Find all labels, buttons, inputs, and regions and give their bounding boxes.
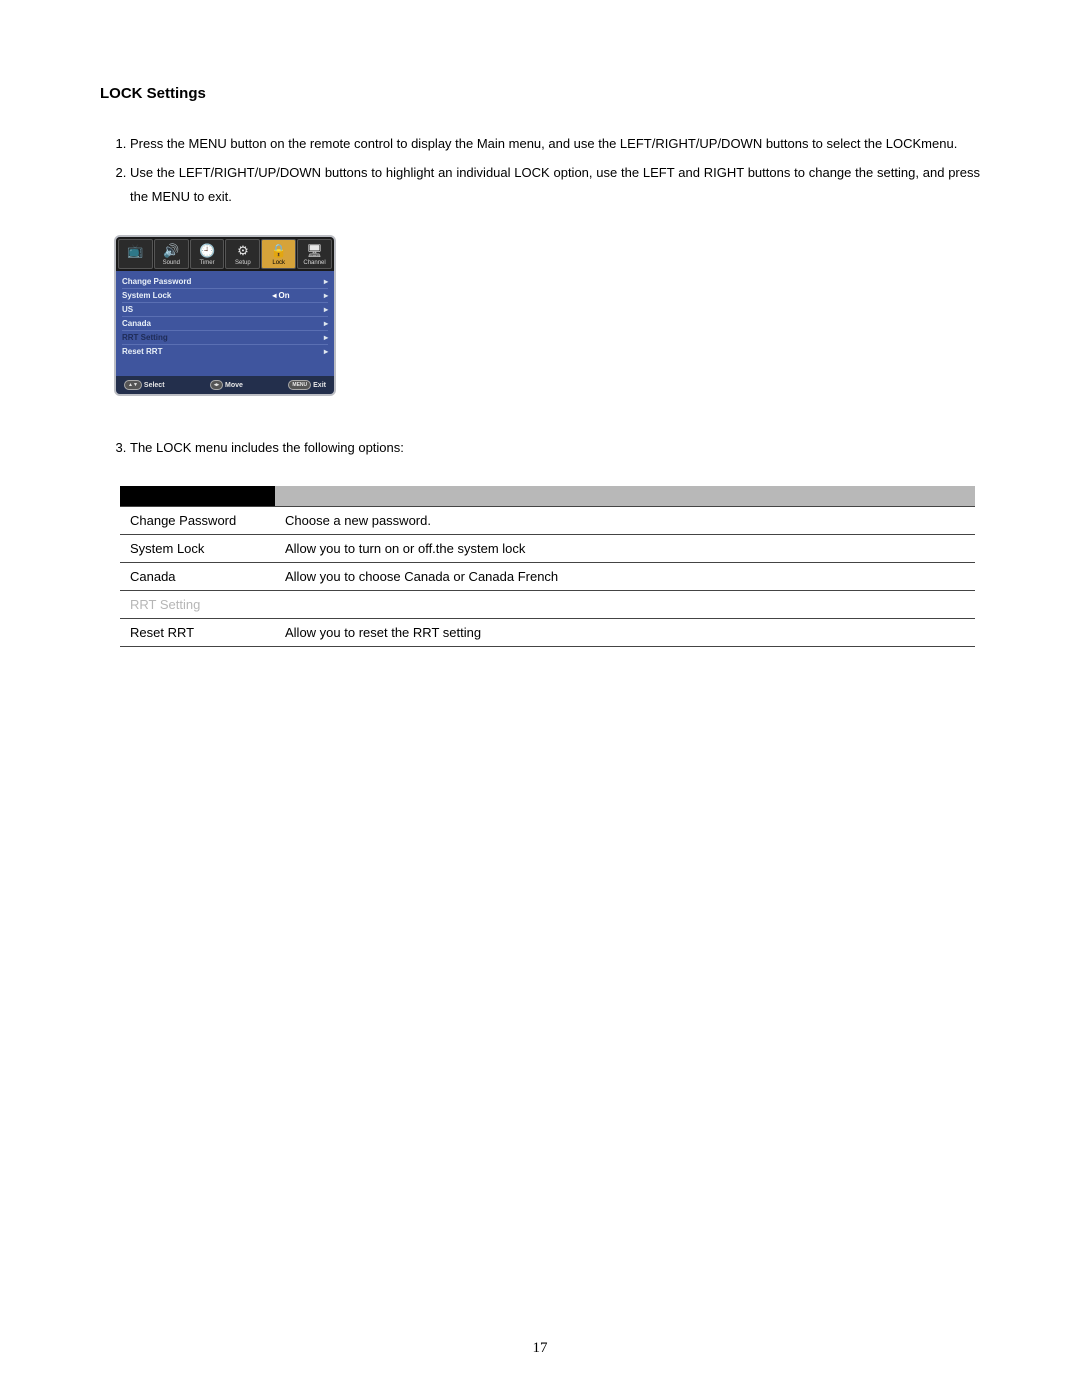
page-number: 17 [0,1340,1080,1357]
option-name: RRT Setting [120,590,275,618]
footer-exit: Exit [313,382,326,389]
osd-body: Change Password▸System Lock◂ On▸US▸Canad… [116,271,334,376]
option-name: Change Password [120,506,275,534]
timer-icon: 🕘 [191,242,224,260]
table-row: Change PasswordChoose a new password. [120,506,975,534]
option-desc: Allow you to choose Canada or Canada Fre… [275,562,975,590]
osd-row-label: Canada [122,319,246,328]
osd-row: US ▸ [122,302,328,316]
table-row: CanadaAllow you to choose Canada or Cana… [120,562,975,590]
exit-key-icon: MENU [288,380,311,390]
sound-icon: 🔊 [155,242,188,260]
osd-tab-lock: 🔒Lock [261,239,296,269]
option-desc [275,590,975,618]
option-name: Reset RRT [120,618,275,646]
table-row: System LockAllow you to turn on or off.t… [120,534,975,562]
chevron-right-icon: ▸ [316,319,328,328]
step-2: Use the LEFT/RIGHT/UP/DOWN buttons to hi… [130,161,980,210]
option-name: Canada [120,562,275,590]
osd-row: System Lock◂ On▸ [122,288,328,302]
osd-tab-picture: 📺 [118,239,153,269]
page-title: LOCK Settings [100,85,980,102]
osd-tab-sound: 🔊Sound [154,239,189,269]
osd-tab-setup: ⚙Setup [225,239,260,269]
chevron-right-icon: ▸ [316,305,328,314]
footer-select: Select [144,382,165,389]
footer-move: Move [225,382,243,389]
step-3: The LOCK menu includes the following opt… [130,436,980,461]
osd-tab-bar: 📺🔊Sound🕘Timer⚙Setup🔒Lock🖥Channel [116,237,334,271]
osd-row-label: US [122,305,246,314]
instruction-list: Press the MENU button on the remote cont… [100,132,980,210]
osd-row: Change Password ▸ [122,275,328,288]
osd-row-label: RRT Setting [122,333,246,342]
osd-menu: 📺🔊Sound🕘Timer⚙Setup🔒Lock🖥Channel Change … [114,235,336,396]
osd-row-label: Reset RRT [122,347,246,356]
picture-icon: 📺 [119,242,152,260]
table-row: Reset RRTAllow you to reset the RRT sett… [120,618,975,646]
lock-icon: 🔒 [262,242,295,260]
setup-icon: ⚙ [226,242,259,260]
osd-footer: ▲▼Select ◂▸Move MENU Exit [116,376,334,394]
osd-row: RRT Setting ▸ [122,330,328,344]
select-key-icon: ▲▼ [124,380,142,390]
option-desc: Choose a new password. [275,506,975,534]
move-key-icon: ◂▸ [210,380,223,390]
table-row: RRT Setting [120,590,975,618]
osd-row-value: ◂ On [246,291,316,300]
option-desc: Allow you to reset the RRT setting [275,618,975,646]
chevron-right-icon: ▸ [316,347,328,356]
osd-row: Canada ▸ [122,316,328,330]
chevron-right-icon: ▸ [316,291,328,300]
osd-row-label: System Lock [122,291,246,300]
options-table: Change PasswordChoose a new password.Sys… [120,486,975,647]
step-1: Press the MENU button on the remote cont… [130,132,980,157]
instruction-list-cont: The LOCK menu includes the following opt… [100,436,980,461]
chevron-right-icon: ▸ [316,277,328,286]
option-name: System Lock [120,534,275,562]
osd-row-label: Change Password [122,277,246,286]
option-desc: Allow you to turn on or off.the system l… [275,534,975,562]
channel-icon: 🖥 [298,242,331,260]
osd-tab-channel: 🖥Channel [297,239,332,269]
chevron-right-icon: ▸ [316,333,328,342]
osd-tab-timer: 🕘Timer [190,239,225,269]
osd-row: Reset RRT ▸ [122,344,328,358]
